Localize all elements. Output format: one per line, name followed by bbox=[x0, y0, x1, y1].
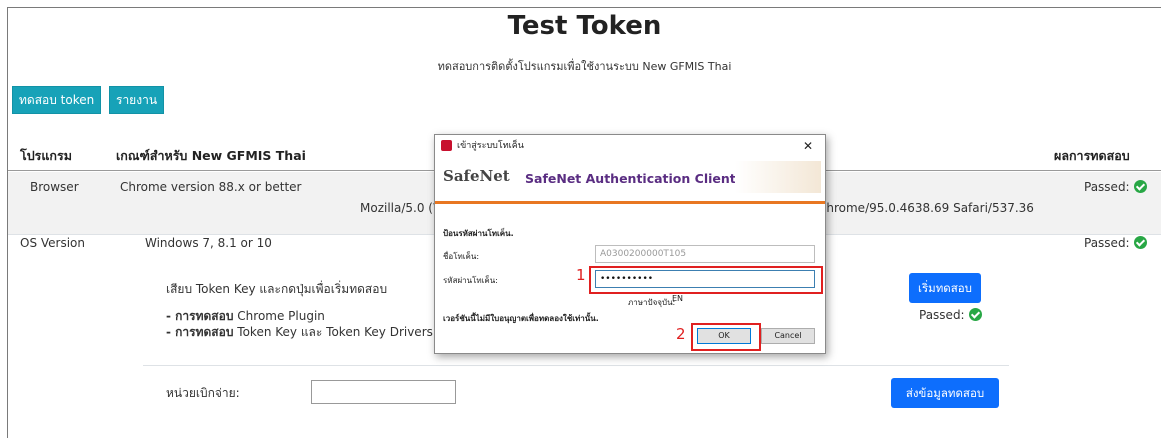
item-text: Token Key และ Token Key Drivers bbox=[237, 325, 433, 339]
page-subtitle: ทดสอบการติดตั้งโปรแกรมเพื่อใช้งานระบบ Ne… bbox=[437, 60, 732, 73]
detected-user-agent-right: Chrome/95.0.4638.69 Safari/537.36 bbox=[818, 201, 1034, 215]
dialog-prompt: ป้อนรหัสผ่านโทเค็น. bbox=[443, 229, 514, 238]
token-test-item-drivers: - การทดสอบ Token Key และ Token Key Drive… bbox=[166, 323, 433, 342]
annotation-number-2: 2 bbox=[676, 325, 686, 343]
dialog-title: เข้าสู่ระบบโทเค็น bbox=[457, 141, 524, 151]
submit-test-button[interactable]: ส่งข้อมูลทดสอบ bbox=[891, 378, 999, 408]
page-title: Test Token bbox=[507, 11, 662, 41]
tab-report[interactable]: รายงาน bbox=[109, 86, 165, 114]
ok-button[interactable]: OK bbox=[697, 328, 751, 344]
language-value: EN bbox=[672, 294, 684, 303]
agency-label: หน่วยเบิกจ่าย: bbox=[166, 386, 240, 400]
check-circle-icon bbox=[1133, 236, 1147, 249]
column-header-program: โปรแกรม bbox=[20, 148, 72, 163]
token-result: Passed: bbox=[919, 308, 982, 322]
row-program-os: OS Version bbox=[20, 236, 86, 250]
check-circle-icon bbox=[1133, 180, 1147, 193]
language-label: ภาษาปัจจุบัน: bbox=[628, 298, 676, 307]
close-icon[interactable]: ✕ bbox=[803, 135, 813, 157]
item-text: Chrome Plugin bbox=[237, 309, 325, 323]
safenet-app-icon bbox=[441, 140, 452, 151]
row-criteria-browser: Chrome version 88.x or better bbox=[120, 180, 302, 194]
browser-result: Passed: bbox=[1084, 180, 1147, 194]
row-program-browser: Browser bbox=[30, 180, 79, 194]
tab-test-token[interactable]: ทดสอบ token bbox=[12, 86, 102, 114]
item-prefix: - การทดสอบ bbox=[166, 325, 234, 339]
safenet-logo: SafeNet bbox=[443, 167, 510, 185]
column-header-criteria: เกณฑ์สำหรับ New GFMIS Thai bbox=[116, 148, 306, 163]
start-test-button[interactable]: เริ่มทดสอบ bbox=[909, 273, 981, 303]
annotation-number-1: 1 bbox=[576, 266, 586, 284]
token-name-field: A0300200000T105 bbox=[595, 245, 815, 263]
agency-input[interactable] bbox=[311, 380, 456, 404]
page-frame: Test Token ทดสอบการติดตั้งโปรแกรมเพื่อใช… bbox=[7, 7, 1161, 438]
product-name: SafeNet Authentication Client bbox=[525, 171, 736, 186]
os-result: Passed: bbox=[1084, 236, 1147, 250]
password-label: รหัสผ่านโทเค็น: bbox=[443, 276, 498, 285]
result-label: Passed: bbox=[1084, 180, 1130, 194]
section-divider bbox=[143, 365, 1009, 366]
detected-user-agent-left: Mozilla/5.0 (W bbox=[360, 201, 445, 215]
cancel-button[interactable]: Cancel bbox=[761, 328, 815, 344]
token-login-dialog: เข้าสู่ระบบโทเค็น ✕ SafeNet SafeNet Auth… bbox=[434, 134, 826, 354]
dialog-banner: SafeNet SafeNet Authentication Client bbox=[435, 157, 825, 204]
result-label: Passed: bbox=[919, 308, 965, 322]
license-warning: เวอร์ชันนี้ไม่มีใบอนุญาตเพื่อทดลองใช้เท่… bbox=[443, 314, 599, 323]
item-prefix: - การทดสอบ bbox=[166, 309, 234, 323]
row-criteria-os: Windows 7, 8.1 or 10 bbox=[145, 236, 272, 250]
token-instruction: เสียบ Token Key และกดปุ่มเพื่อเริ่มทดสอบ bbox=[166, 282, 388, 296]
result-label: Passed: bbox=[1084, 236, 1130, 250]
token-name-label: ชื่อโทเค็น: bbox=[443, 252, 480, 261]
check-circle-icon bbox=[968, 308, 982, 321]
column-header-result: ผลการทดสอบ bbox=[1054, 148, 1130, 163]
token-password-input[interactable]: •••••••••• bbox=[595, 270, 815, 288]
banner-decoration bbox=[735, 161, 821, 193]
dialog-titlebar: เข้าสู่ระบบโทเค็น ✕ bbox=[435, 135, 825, 157]
